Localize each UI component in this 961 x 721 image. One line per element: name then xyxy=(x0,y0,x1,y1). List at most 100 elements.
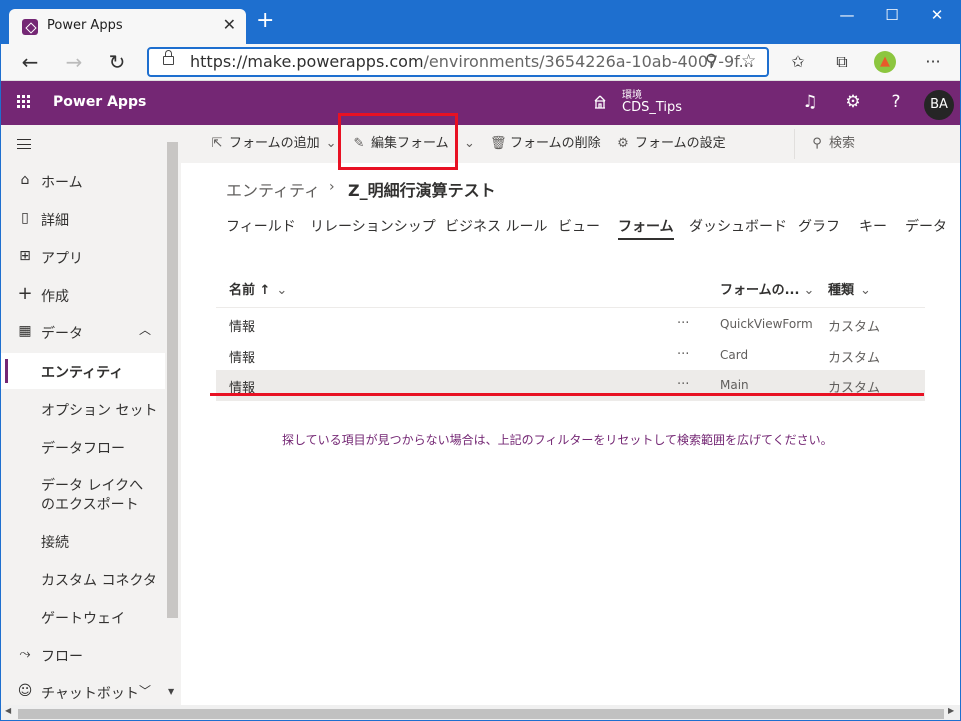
extension-icon[interactable]: ▲ xyxy=(874,51,896,73)
tab-keys[interactable]: キー xyxy=(859,216,887,236)
app-launcher-icon[interactable] xyxy=(17,95,31,109)
column-header-type[interactable]: 種類 ⌄ xyxy=(828,279,871,298)
app-header: Power Apps 環境 CDS_Tips ♫ ⚙ ? xyxy=(1,81,960,125)
add-form-button[interactable]: ⇱ フォームの追加 ⌄ xyxy=(209,125,337,163)
table-row[interactable]: 情報 ··· Main カスタム xyxy=(216,370,925,401)
sidebar-item-option-sets[interactable]: オプション セット xyxy=(1,391,165,427)
sidebar-item-data[interactable]: ▦ データ ︿ xyxy=(1,314,165,350)
user-avatar[interactable]: BA xyxy=(924,90,954,120)
sidebar-item-create[interactable]: + 作成 xyxy=(1,277,165,313)
forward-arrow-icon[interactable]: → xyxy=(62,50,86,74)
form-settings-button[interactable]: ⚙ フォームの設定 xyxy=(615,125,725,163)
environment-name[interactable]: CDS_Tips xyxy=(622,100,682,115)
environment-icon xyxy=(594,95,606,109)
row-form-type: Card xyxy=(720,348,749,362)
back-arrow-icon[interactable]: ← xyxy=(18,50,42,74)
help-icon[interactable]: ? xyxy=(886,92,906,112)
column-header-form-type[interactable]: フォームの... ⌄ xyxy=(720,279,814,298)
row-type: カスタム xyxy=(828,351,881,366)
sidebar-item-gateways[interactable]: ゲートウェイ xyxy=(1,599,165,635)
horizontal-scroll-thumb[interactable] xyxy=(18,709,944,719)
power-apps-favicon-icon xyxy=(22,19,38,35)
table-row[interactable]: 情報 ··· QuickViewForm カスタム xyxy=(216,309,925,340)
sidebar-item-label: エンティティ xyxy=(41,365,124,381)
flow-icon: ⤳ xyxy=(19,646,31,662)
sidebar-item-label: アプリ xyxy=(41,251,83,267)
sidebar-item-label: 詳細 xyxy=(41,213,69,229)
edit-form-dropdown[interactable]: ⌄ xyxy=(464,125,475,163)
sidebar-item-entities[interactable]: エンティティ xyxy=(1,353,165,389)
chatbot-icon: ☺ xyxy=(17,683,33,699)
browser-toolbar: ← → ↻ https://make.powerapps.com/environ… xyxy=(1,44,960,81)
chevron-down-icon: ⌄ xyxy=(464,136,475,151)
tab-relationships[interactable]: リレーションシップ xyxy=(310,216,436,236)
selected-row-underline xyxy=(210,393,924,396)
tab-fields[interactable]: フィールド xyxy=(226,216,296,236)
scroll-left-arrow-icon[interactable]: ◀ xyxy=(5,706,11,715)
header-divider xyxy=(216,307,925,308)
tab-data[interactable]: データ xyxy=(905,216,947,236)
sidebar-item-learn[interactable]: ▯ 詳細 xyxy=(1,201,165,237)
sidebar-item-flows[interactable]: ⤳ フロー xyxy=(1,637,165,673)
sidebar-item-custom-connectors[interactable]: カスタム コネクタ xyxy=(1,561,165,597)
sidebar-item-label: データ レイクへのエクスポート xyxy=(41,478,144,513)
row-name[interactable]: 情報 xyxy=(229,347,255,366)
sidebar-item-dataflows[interactable]: データフロー xyxy=(1,429,165,465)
scroll-right-arrow-icon[interactable]: ▶ xyxy=(948,706,954,715)
add-form-icon: ⇱ xyxy=(211,136,223,151)
refresh-icon[interactable]: ↻ xyxy=(105,50,129,74)
breadcrumb-parent[interactable]: エンティティ xyxy=(226,177,320,201)
row-more-icon[interactable]: ··· xyxy=(677,316,689,331)
row-name[interactable]: 情報 xyxy=(229,316,255,335)
chevron-down-icon: ⌄ xyxy=(803,283,815,298)
address-bar[interactable]: https://make.powerapps.com/environments/… xyxy=(147,47,769,77)
sidebar-item-label: データ xyxy=(41,326,83,342)
favorite-star-icon[interactable]: ☆ xyxy=(741,51,756,71)
sidebar-item-home[interactable]: ⌂ ホーム xyxy=(1,163,165,199)
tab-dashboards[interactable]: ダッシュボード xyxy=(689,216,787,236)
sidebar-scroll-thumb[interactable] xyxy=(167,142,178,618)
more-menu-icon[interactable]: ··· xyxy=(921,50,945,74)
tab-charts[interactable]: グラフ xyxy=(798,216,840,236)
sidebar-item-label: 接続 xyxy=(41,535,69,551)
book-icon: ▯ xyxy=(21,210,29,226)
breadcrumb-current: Z_明細行演算テスト xyxy=(348,181,496,200)
sidebar-item-label: ゲートウェイ xyxy=(41,611,125,627)
settings-gear-icon[interactable]: ⚙ xyxy=(843,92,863,112)
sidebar-item-apps[interactable]: ⊞ アプリ xyxy=(1,239,165,275)
browser-tab[interactable]: Power Apps ✕ xyxy=(9,9,246,44)
tab-views[interactable]: ビュー xyxy=(558,216,600,236)
breadcrumb-chevron-icon: › xyxy=(329,179,335,195)
sidebar-item-label: チャットボット xyxy=(41,686,139,702)
new-tab-button[interactable]: + xyxy=(256,10,274,32)
column-header-name[interactable]: 名前 ↑ ⌄ xyxy=(229,279,287,298)
search-box[interactable]: ⚲ 検索 xyxy=(809,125,855,163)
zoom-icon[interactable]: ⚲ xyxy=(705,51,717,71)
row-more-icon[interactable]: ··· xyxy=(677,377,689,392)
notifications-bell-icon[interactable]: ♫ xyxy=(800,92,820,112)
tab-forms[interactable]: フォーム xyxy=(618,216,674,240)
app-title[interactable]: Power Apps xyxy=(53,94,146,110)
sidebar-item-export-data-lake[interactable]: データ レイクへのエクスポート xyxy=(1,475,161,521)
search-icon: ⚲ xyxy=(812,136,822,151)
chevron-down-icon: ⌄ xyxy=(276,283,288,298)
maximize-button[interactable]: ☐ xyxy=(882,6,902,24)
row-more-icon[interactable]: ··· xyxy=(677,347,689,362)
chevron-down-icon[interactable]: ⌄ xyxy=(326,136,337,151)
minimize-button[interactable]: — xyxy=(837,6,857,24)
collections-icon[interactable]: ⧉ xyxy=(830,50,854,74)
delete-form-button[interactable]: 🗑 フォームの削除 xyxy=(490,125,601,163)
collapse-menu-icon[interactable] xyxy=(17,139,31,149)
tab-close-icon[interactable]: ✕ xyxy=(223,15,236,34)
chevron-up-icon[interactable]: ︿ xyxy=(139,321,151,338)
table-row[interactable]: 情報 ··· Card カスタム xyxy=(216,340,925,371)
apps-icon: ⊞ xyxy=(19,248,31,264)
tab-business-rules[interactable]: ビジネス ルール xyxy=(445,216,547,236)
sidebar-item-connections[interactable]: 接続 xyxy=(1,523,165,559)
sidebar-item-label: オプション セット xyxy=(41,403,158,419)
row-form-type: Main xyxy=(720,378,749,392)
chevron-down-icon[interactable]: ﹀ xyxy=(139,682,151,699)
close-window-button[interactable]: ✕ xyxy=(927,6,947,24)
scroll-down-arrow-icon[interactable]: ▼ xyxy=(168,687,174,696)
favorites-icon[interactable]: ✩ xyxy=(786,50,810,74)
